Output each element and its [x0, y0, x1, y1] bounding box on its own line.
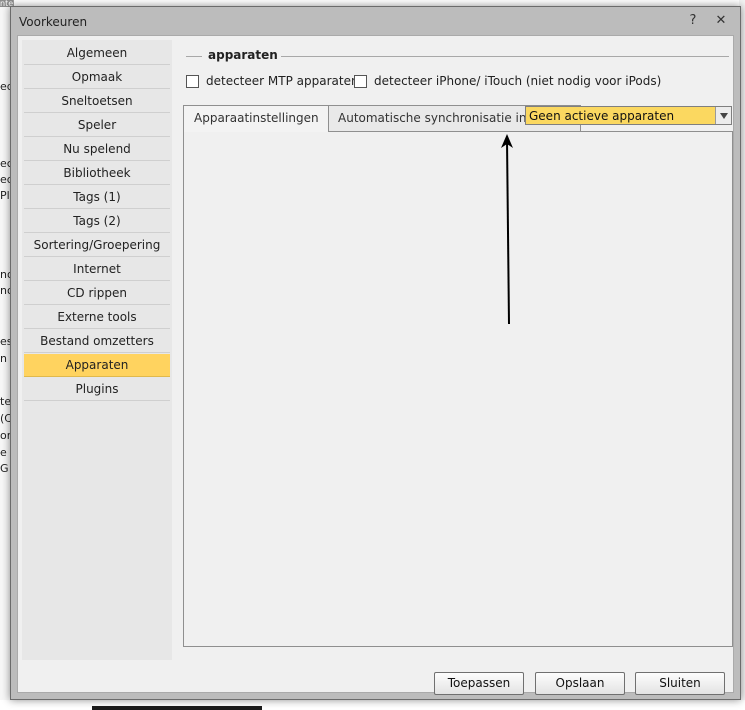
background-dark-bar: [92, 706, 262, 710]
preferences-dialog: Voorkeuren ? ✕ Algemeen Opmaak Sneltoets…: [10, 6, 741, 700]
nav-item-algemeen[interactable]: Algemeen: [24, 42, 170, 65]
nav-item-cd-rippen[interactable]: CD rippen: [24, 282, 170, 305]
help-button[interactable]: ?: [684, 12, 702, 30]
annotation-arrow-icon: [501, 134, 513, 325]
dialog-title: Voorkeuren: [19, 15, 88, 29]
checkbox-box[interactable]: [186, 74, 199, 88]
group-divider: [281, 56, 729, 57]
nav-item-speler[interactable]: Speler: [24, 114, 170, 137]
section-title: apparaten: [208, 48, 278, 62]
nav-item-internet[interactable]: Internet: [24, 258, 170, 281]
preferences-nav: Algemeen Opmaak Sneltoetsen Speler Nu sp…: [22, 40, 172, 660]
checkbox-box[interactable]: [354, 74, 367, 88]
nav-item-tags-1[interactable]: Tags (1): [24, 186, 170, 209]
save-button[interactable]: Opslaan: [535, 672, 625, 695]
background-text-fragment: n: [0, 352, 7, 365]
chevron-down-icon[interactable]: [715, 107, 731, 124]
nav-item-externe-tools[interactable]: Externe tools: [24, 306, 170, 329]
group-divider: [186, 56, 202, 57]
detect-mtp-checkbox[interactable]: detecteer MTP apparaten: [186, 74, 359, 88]
checkbox-label: detecteer iPhone/ iTouch (niet nodig voo…: [374, 74, 662, 88]
device-select[interactable]: Geen actieve apparaten: [525, 106, 732, 125]
checkbox-label: detecteer MTP apparaten: [206, 74, 359, 88]
close-icon[interactable]: ✕: [712, 12, 730, 30]
dialog-client-area: Algemeen Opmaak Sneltoetsen Speler Nu sp…: [17, 35, 734, 695]
detect-iphone-checkbox[interactable]: detecteer iPhone/ iTouch (niet nodig voo…: [354, 74, 661, 88]
nav-item-sortering[interactable]: Sortering/Groepering: [24, 234, 170, 257]
tab-panel: [183, 131, 733, 647]
tab-apparaatinstellingen[interactable]: Apparaatinstellingen: [183, 105, 329, 132]
apply-button[interactable]: Toepassen: [434, 672, 524, 695]
nav-item-bestand-omzetters[interactable]: Bestand omzetters: [24, 330, 170, 353]
nav-item-nu-spelend[interactable]: Nu spelend: [24, 138, 170, 161]
nav-item-apparaten[interactable]: Apparaten: [24, 354, 170, 377]
close-button[interactable]: Sluiten: [635, 672, 725, 695]
nav-item-tags-2[interactable]: Tags (2): [24, 210, 170, 233]
nav-item-plugins[interactable]: Plugins: [24, 378, 170, 401]
device-select-value: Geen actieve apparaten: [529, 108, 675, 123]
dialog-titlebar[interactable]: Voorkeuren ? ✕: [11, 7, 740, 35]
nav-item-sneltoetsen[interactable]: Sneltoetsen: [24, 90, 170, 113]
nav-item-bibliotheek[interactable]: Bibliotheek: [24, 162, 170, 185]
nav-item-opmaak[interactable]: Opmaak: [24, 66, 170, 89]
